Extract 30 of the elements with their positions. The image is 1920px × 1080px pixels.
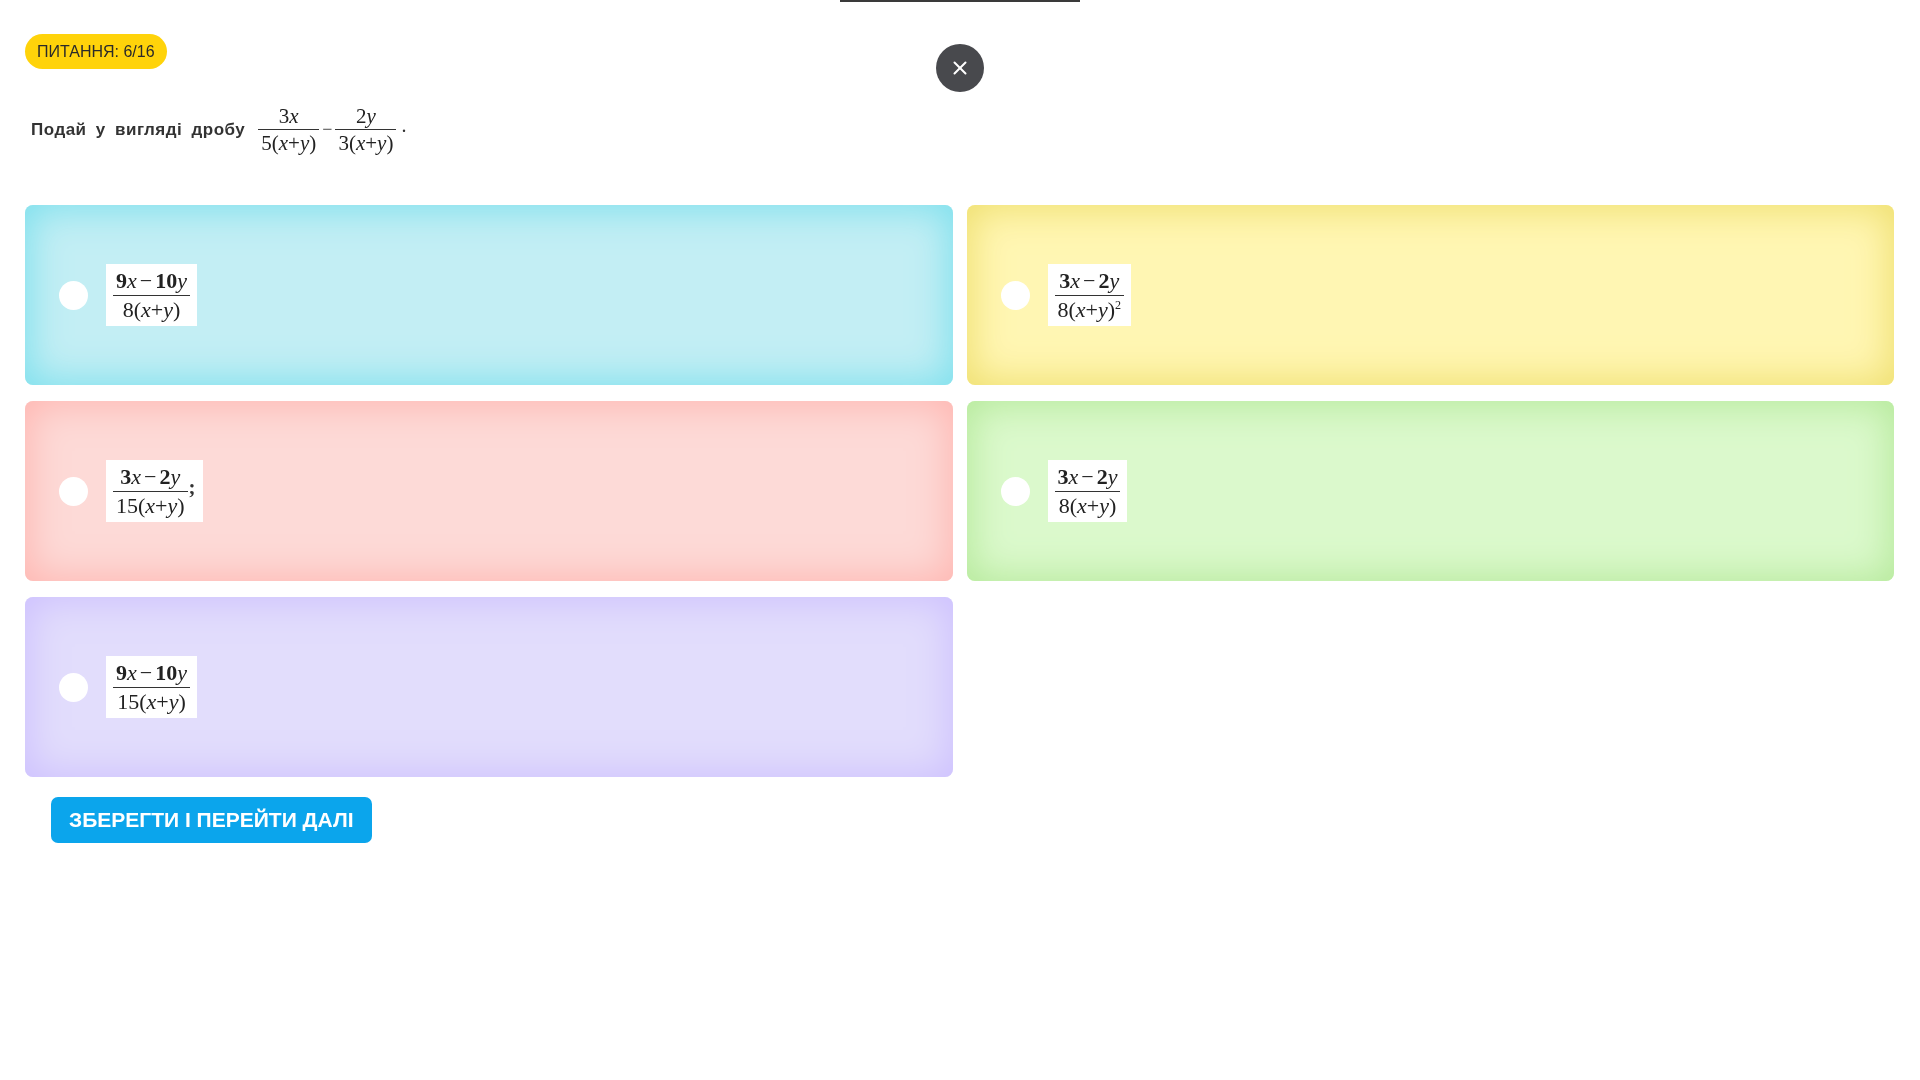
radio-button[interactable] bbox=[59, 476, 88, 506]
answer-card[interactable]: 9x−10y 15(x+y) bbox=[25, 597, 953, 778]
fraction-numerator: 3x−2y bbox=[1054, 464, 1121, 492]
radio-button[interactable] bbox=[1000, 280, 1030, 310]
answer-card[interactable]: 9x−10y 8(x+y) bbox=[25, 205, 953, 386]
fraction-numerator: 9x−10y bbox=[113, 660, 190, 688]
answer-card[interactable]: 3x−2y 8(x+y)$^{2}$ bbox=[966, 205, 1894, 386]
fraction-denominator: 15(x+y) bbox=[115, 491, 186, 519]
radio-button[interactable] bbox=[59, 280, 88, 310]
fraction-numerator: 3x bbox=[258, 104, 320, 131]
punctuation-text: . bbox=[401, 114, 407, 138]
fraction-numerator: 3x−2y bbox=[113, 464, 188, 492]
fraction-denominator: 15(x+y) bbox=[116, 687, 187, 715]
question-text: Подай у вигляді дробу bbox=[31, 119, 246, 140]
fraction-numerator: 9x−10y bbox=[113, 268, 190, 296]
answer-card[interactable]: 3x−2y 15(x+y) ; bbox=[25, 401, 953, 582]
operator-text: − bbox=[322, 119, 333, 141]
fraction-denominator: 8(x+y) bbox=[121, 295, 182, 323]
question-counter-badge: ПИТАННЯ: 6/16 bbox=[25, 34, 167, 69]
answer-card[interactable]: 3x−2y 8(x+y) bbox=[966, 401, 1894, 582]
radio-button[interactable] bbox=[1000, 476, 1030, 506]
fraction-numerator: 3x−2y bbox=[1054, 268, 1125, 296]
fraction-denominator: 5(x+y) bbox=[260, 130, 318, 156]
fraction-numerator: 2y bbox=[335, 104, 397, 131]
fraction-denominator: 3(x+y) bbox=[337, 130, 395, 156]
radio-button[interactable] bbox=[59, 672, 88, 702]
close-button[interactable] bbox=[935, 44, 984, 92]
punctuation-text: ; bbox=[188, 474, 196, 500]
fraction-denominator: 8(x+y)$^{2}$ bbox=[1056, 295, 1123, 323]
fraction-denominator: 8(x+y) bbox=[1057, 491, 1118, 519]
